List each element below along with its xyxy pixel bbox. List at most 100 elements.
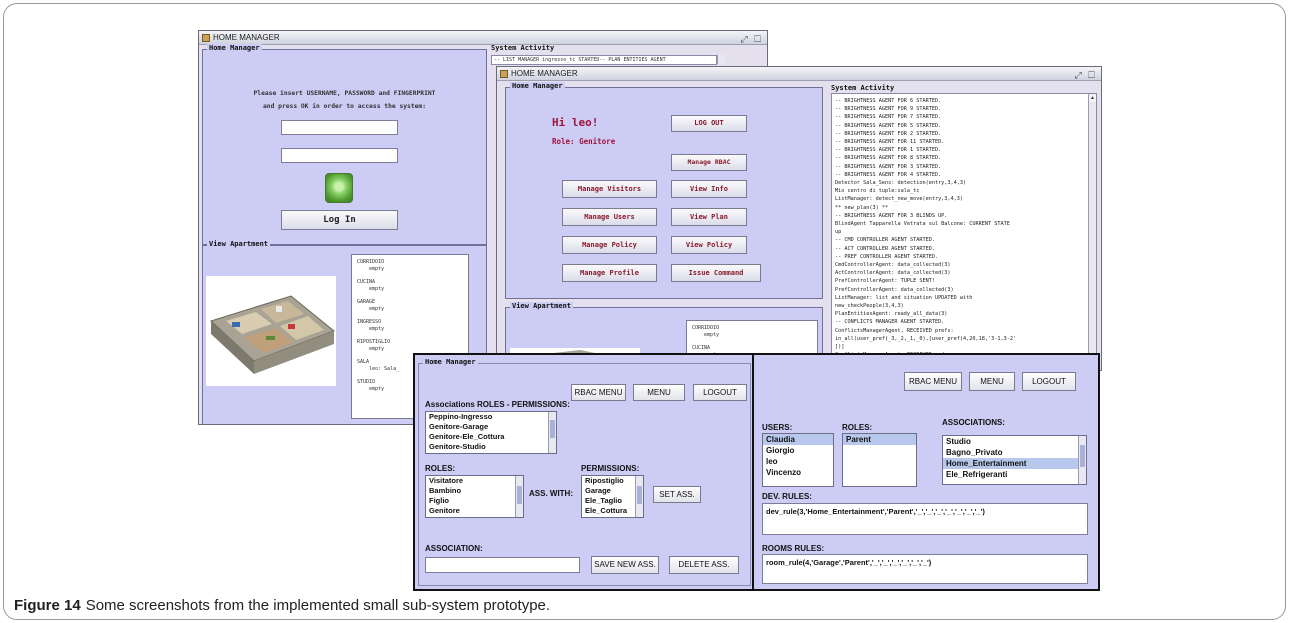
password-field[interactable] (281, 148, 398, 163)
associations-list[interactable]: Peppino-Ingresso Genitore-Garage Genitore-… (425, 411, 557, 454)
fingerprint-icon[interactable] (325, 173, 353, 203)
username-field[interactable] (281, 120, 398, 135)
manage-rbac-button[interactable]: Manage RBAC (671, 154, 747, 171)
rbac-home-panel: Home Manager RBAC MENU MENU LOGOUT Assoc… (418, 358, 751, 586)
list-item[interactable]: Bambino (426, 486, 523, 496)
log-line: -- BRIGHTNESS AGENT FOR 3 STARTED. (835, 163, 942, 170)
room-status: empty (369, 286, 385, 292)
list-item[interactable]: Claudia (763, 434, 833, 445)
apartment-3d-view (206, 276, 336, 386)
main-home-panel-label: Home Manager (510, 82, 565, 90)
roles-list[interactable]: Parent (842, 433, 917, 487)
association-input[interactable] (425, 557, 580, 573)
login-prompt-line1: Please insert USERNAME, PASSWORD and FIN… (253, 90, 436, 97)
room-name: CORRIDOIO (692, 325, 720, 331)
view-apartment-label: View Apartment (207, 240, 271, 248)
list-item[interactable]: Home_Entertainment (943, 458, 1086, 469)
list-item[interactable]: Genitore-Ele_Cottura (426, 432, 556, 442)
roles-scrollbar[interactable] (515, 476, 523, 517)
main-home-panel: Home Manager Hi leo! Role: Genitore LOG … (505, 82, 823, 299)
log-line: -- BRIGHTNESS AGENT FOR 7 STARTED. (835, 114, 942, 121)
list-item[interactable]: Ele_Cottura (582, 506, 643, 516)
permissions-list[interactable]: Ripostiglio Garage Ele_Taglio Ele_Cottura (581, 475, 644, 518)
log-line: CmdControllerAgent: data_collected(3) (835, 262, 951, 269)
list-item[interactable]: Figlio (426, 496, 523, 506)
login-window-titlebar: HOME MANAGER ⤢ ☐ (199, 31, 767, 45)
window-controls-icon[interactable]: ⤢ ☐ (1074, 68, 1097, 82)
log-line: PlanEntitiesAgent: ready_all_data(3) (835, 311, 948, 318)
view-policy-button[interactable]: View Policy (671, 236, 747, 254)
list-item[interactable]: Giorgio (763, 445, 833, 456)
log-line: ListManager: list and situation UPDATED … (835, 294, 973, 301)
log-line: ActControllerAgent: data_collected(3) (835, 270, 951, 277)
permissions-scrollbar[interactable] (635, 476, 643, 517)
rbac-menu-button[interactable]: RBAC MENU (904, 372, 962, 391)
activity-log-scrollbar[interactable]: ▲ (1088, 94, 1096, 370)
log-line: PrefControllerAgent: TUPLE SENT! (835, 278, 935, 285)
manage-policy-button[interactable]: Manage Policy (562, 236, 657, 254)
log-line: -- CONFLICTS MANAGER AGENT STARTED. (835, 319, 945, 326)
manage-users-button[interactable]: Manage Users (562, 208, 657, 226)
permissions-label: PERMISSIONS: (581, 464, 640, 473)
list-item[interactable]: Genitore-Studio (426, 442, 556, 452)
users-list[interactable]: Claudia Giorgio leo Vincenzo (762, 433, 834, 487)
rooms-rules-box: room_rule(4,'Garage','Parent','_','_','_… (762, 554, 1088, 584)
log-line: -- PREF CONTROLLER AGENT STARTED. (835, 253, 939, 260)
set-ass-button[interactable]: SET ASS. (653, 486, 701, 503)
rbac-menu-button[interactable]: RBAC MENU (571, 384, 626, 401)
login-system-activity-label: System Activity (491, 44, 555, 52)
save-new-ass-button[interactable]: SAVE NEW ASS. (591, 556, 659, 574)
list-item[interactable]: Parent (843, 434, 916, 445)
main-window-title: HOME MANAGER (511, 69, 578, 78)
logout-button[interactable]: LOGOUT (1022, 372, 1076, 391)
list-item[interactable]: Genitore-Garage (426, 422, 556, 432)
list-item[interactable]: leo (763, 456, 833, 467)
associations-scrollbar[interactable] (548, 412, 556, 453)
log-line: -- CMD CONTROLLER AGENT STARTED. (835, 237, 935, 244)
login-activity-scrollbar[interactable] (717, 55, 725, 64)
view-plan-button[interactable]: View Plan (671, 208, 747, 226)
delete-ass-button[interactable]: DELETE ASS. (669, 556, 739, 574)
roles-list[interactable]: Visitatore Bambino Figlio Genitore (425, 475, 524, 518)
issue-command-button[interactable]: Issue Command (671, 264, 761, 282)
log-line: PrefControllerAgent: data_collected(3) (835, 286, 954, 293)
list-item[interactable]: Ripostiglio (582, 476, 643, 486)
manage-visitors-button[interactable]: Manage Visitors (562, 180, 657, 198)
room-status: empty (369, 326, 385, 332)
view-info-button[interactable]: View Info (671, 180, 747, 198)
list-item[interactable]: Visitatore (426, 476, 523, 486)
list-item[interactable]: Garage (582, 486, 643, 496)
manage-profile-button[interactable]: Manage Profile (562, 264, 657, 282)
list-item[interactable]: Studio (943, 436, 1086, 447)
associations-scrollbar[interactable] (1078, 436, 1086, 484)
ass-with-label: ASS. WITH: (529, 489, 573, 498)
list-item[interactable]: Vincenzo (763, 467, 833, 478)
main-window-titlebar: HOME MANAGER ⤢ ☐ (497, 67, 1101, 81)
log-line: -- BRIGHTNESS AGENT FOR 3 BLINDS UP. (835, 212, 948, 219)
list-item[interactable]: Bagno_Privato (943, 447, 1086, 458)
room-name: GARAGE (357, 299, 376, 305)
dev-rules-label: DEV. RULES: (762, 492, 812, 501)
scroll-up-icon[interactable]: ▲ (1089, 95, 1096, 102)
associations-list[interactable]: Studio Bagno_Privato Home_Entertainment Ele… (942, 435, 1087, 485)
login-prompt-line2: and press OK in order to access the syst… (262, 103, 426, 110)
rbac-window: Home Manager RBAC MENU MENU LOGOUT Assoc… (413, 353, 756, 591)
list-item[interactable]: Ele_Refrigeranti (943, 469, 1086, 480)
menu-button[interactable]: MENU (633, 384, 685, 401)
login-button[interactable]: Log In (281, 210, 398, 230)
logout-button[interactable]: LOG OUT (671, 115, 747, 132)
view-apartment-label: View Apartment (510, 302, 574, 310)
list-item[interactable]: Ele_Taglio (582, 496, 643, 506)
menu-button[interactable]: MENU (969, 372, 1015, 391)
users-label: USERS: (762, 423, 793, 432)
user-role: Role: Genitore (552, 137, 616, 146)
roles-label: ROLES: (842, 423, 873, 432)
log-line: -- BRIGHTNESS AGENT FOR 5 STARTED. (835, 122, 942, 129)
window-controls-icon[interactable]: ⤢ ☐ (740, 32, 763, 46)
list-item[interactable]: Peppino-Ingresso (426, 412, 556, 422)
log-line: Mio centro di tuple:sala_tc (835, 188, 920, 195)
list-item[interactable]: Genitore (426, 506, 523, 516)
logout-button[interactable]: LOGOUT (693, 384, 747, 401)
log-line: -- BRIGHTNESS AGENT FOR 11 STARTED. (835, 139, 945, 146)
rbac-home-panel-label: Home Manager (423, 358, 478, 366)
